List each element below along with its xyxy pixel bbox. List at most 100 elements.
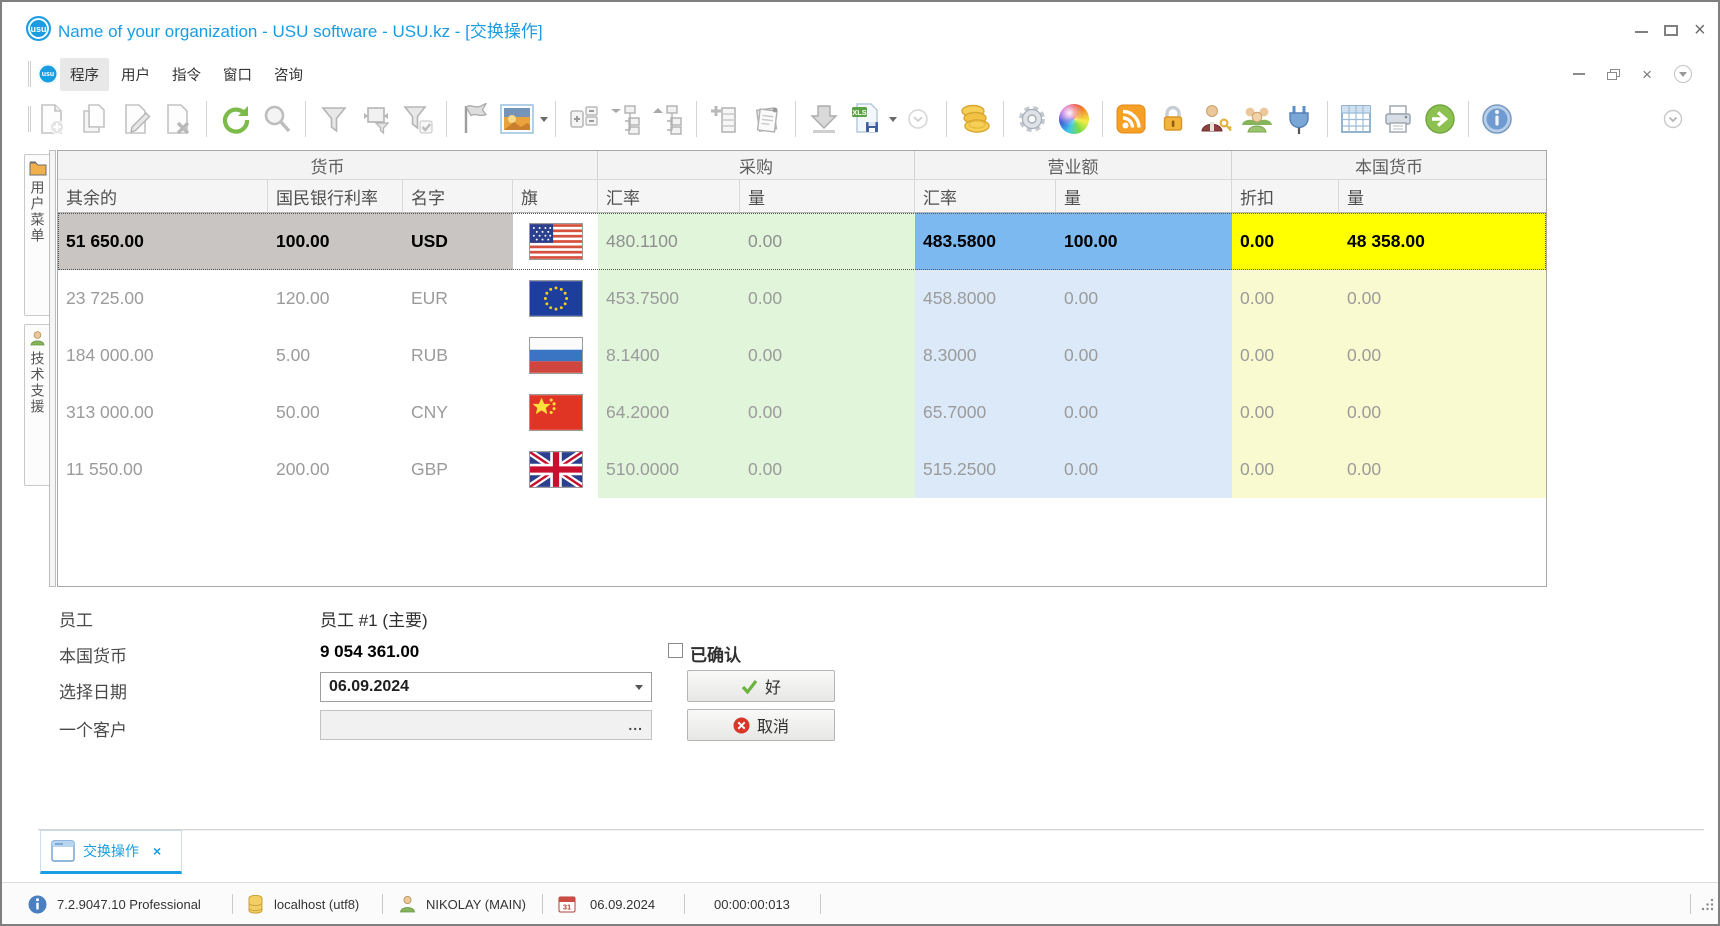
document-tab-exchange[interactable]: 交换操作 ×: [40, 830, 182, 874]
table-row[interactable]: 11 550.00200.00GBP510.00000.00515.25000.…: [58, 441, 1546, 498]
menu-item-program[interactable]: 程序: [60, 58, 109, 91]
table-cell: 184 000.00: [58, 327, 268, 384]
col-buy-qty[interactable]: 量: [740, 180, 915, 213]
menu-item-user[interactable]: 用户: [111, 58, 160, 91]
col-buy-rate[interactable]: 汇率: [598, 180, 740, 213]
group-turnover[interactable]: 营业额: [915, 151, 1232, 180]
more-disabled-icon[interactable]: [897, 98, 939, 140]
export-xls-icon[interactable]: XLS: [845, 98, 887, 140]
menu-item-window[interactable]: 窗口: [213, 58, 262, 91]
table-cell: 0.00: [1339, 384, 1546, 441]
confirmed-checkbox[interactable]: [668, 643, 683, 658]
color-palette-icon[interactable]: [1053, 98, 1095, 140]
col-flag[interactable]: 旗: [513, 180, 598, 213]
col-sell-qty[interactable]: 量: [1056, 180, 1232, 213]
toolbar-overflow-icon[interactable]: [1652, 98, 1694, 140]
lock-icon[interactable]: [1152, 98, 1194, 140]
group-currency[interactable]: 货币: [58, 151, 598, 180]
table-column-header: 其余的 国民银行利率 名字 旗 汇率 量 汇率 量 折扣 量: [58, 180, 1546, 213]
client-input[interactable]: ...: [320, 710, 652, 740]
edit-document-icon[interactable]: [115, 98, 157, 140]
mdi-close-button[interactable]: ×: [1642, 66, 1652, 83]
menu-grip[interactable]: [28, 61, 31, 87]
user-key-icon[interactable]: [1194, 98, 1236, 140]
maximize-button[interactable]: [1664, 25, 1678, 36]
coins-icon[interactable]: [954, 98, 996, 140]
tree-expand-icon[interactable]: [605, 98, 647, 140]
image-view-icon[interactable]: [496, 98, 538, 140]
delete-document-icon[interactable]: [157, 98, 199, 140]
search-icon[interactable]: [256, 98, 298, 140]
date-value: 06.09.2024: [329, 678, 409, 696]
ok-button[interactable]: 好: [687, 670, 835, 702]
table-group-header: 货币 采购 营业额 本国货币: [58, 151, 1546, 180]
client-browse-button[interactable]: ...: [628, 717, 643, 733]
settings-gear-icon[interactable]: [1011, 98, 1053, 140]
table-cell: RUB: [403, 327, 513, 384]
rss-feed-icon[interactable]: [1110, 98, 1152, 140]
flag-marker-icon[interactable]: [454, 98, 496, 140]
table-cell: 64.2000: [598, 384, 740, 441]
col-discount[interactable]: 折扣: [1232, 180, 1339, 213]
table-grid-icon[interactable]: [1335, 98, 1377, 140]
menu-item-commands[interactable]: 指令: [162, 58, 211, 91]
user-group-icon[interactable]: [1236, 98, 1278, 140]
mdi-menu-chevron-icon[interactable]: [1674, 65, 1692, 83]
table-cell: 0.00: [1232, 270, 1339, 327]
sidebar-tab-tech-support[interactable]: 技术支援: [24, 324, 51, 486]
mdi-minimize-button[interactable]: [1573, 73, 1585, 75]
table-cell: 120.00: [268, 270, 403, 327]
refresh-icon[interactable]: [214, 98, 256, 140]
col-rest[interactable]: 其余的: [58, 180, 268, 213]
table-row[interactable]: 23 725.00120.00EUR453.75000.00458.80000.…: [58, 270, 1546, 327]
flag-ru-icon: [513, 327, 598, 384]
table-cell: 0.00: [1056, 384, 1232, 441]
toolbar: XLS: [2, 94, 1718, 144]
table-row[interactable]: 184 000.005.00RUB8.14000.008.30000.000.0…: [58, 327, 1546, 384]
add-column-icon[interactable]: [704, 98, 746, 140]
filter-icon[interactable]: [313, 98, 355, 140]
date-dropdown-icon[interactable]: [635, 685, 643, 690]
status-timer: 00:00:00:013: [714, 883, 790, 925]
menu-item-help[interactable]: 咨询: [264, 58, 313, 91]
filter-settings-icon[interactable]: [355, 98, 397, 140]
row-expand-icon[interactable]: [563, 98, 605, 140]
minimize-button[interactable]: [1635, 31, 1648, 33]
tab-close-icon[interactable]: ×: [153, 843, 161, 859]
table-cell: 51 650.00: [58, 213, 268, 270]
close-button[interactable]: ×: [1694, 20, 1706, 40]
table-cell: 8.1400: [598, 327, 740, 384]
col-amount[interactable]: 量: [1339, 180, 1546, 213]
mdi-restore-button[interactable]: [1607, 69, 1620, 80]
new-document-icon[interactable]: [31, 98, 73, 140]
cancel-button[interactable]: 取消: [687, 709, 835, 741]
go-next-icon[interactable]: [1419, 98, 1461, 140]
table-row[interactable]: 313 000.0050.00CNY64.20000.0065.70000.00…: [58, 384, 1546, 441]
table-cell: 483.5800: [915, 213, 1056, 270]
group-home-currency[interactable]: 本国货币: [1232, 151, 1546, 180]
col-nbk-rate[interactable]: 国民银行利率: [268, 180, 403, 213]
sidebar-tab-user-menu[interactable]: 用户菜单: [24, 154, 51, 316]
plugin-icon[interactable]: [1278, 98, 1320, 140]
report-documents-icon[interactable]: [746, 98, 788, 140]
print-icon[interactable]: [1377, 98, 1419, 140]
group-purchase[interactable]: 采购: [598, 151, 915, 180]
row-indicator-strip: [49, 150, 56, 587]
table-cell: EUR: [403, 270, 513, 327]
table-cell: 0.00: [1232, 384, 1339, 441]
resize-grip[interactable]: [1700, 883, 1715, 925]
table-cell: 200.00: [268, 441, 403, 498]
image-view-dropdown-icon[interactable]: [540, 117, 548, 122]
col-sell-rate[interactable]: 汇率: [915, 180, 1056, 213]
tree-collapse-icon[interactable]: [647, 98, 689, 140]
table-cell: 0.00: [740, 270, 915, 327]
copy-document-icon[interactable]: [73, 98, 115, 140]
export-dropdown-icon[interactable]: [889, 117, 897, 122]
download-icon[interactable]: [803, 98, 845, 140]
filter-apply-icon[interactable]: [397, 98, 439, 140]
info-icon[interactable]: [1476, 98, 1518, 140]
col-name[interactable]: 名字: [403, 180, 513, 213]
date-input[interactable]: 06.09.2024: [320, 672, 652, 702]
table-cell: 515.2500: [915, 441, 1056, 498]
table-row[interactable]: 51 650.00100.00USD480.11000.00483.580010…: [58, 213, 1546, 270]
